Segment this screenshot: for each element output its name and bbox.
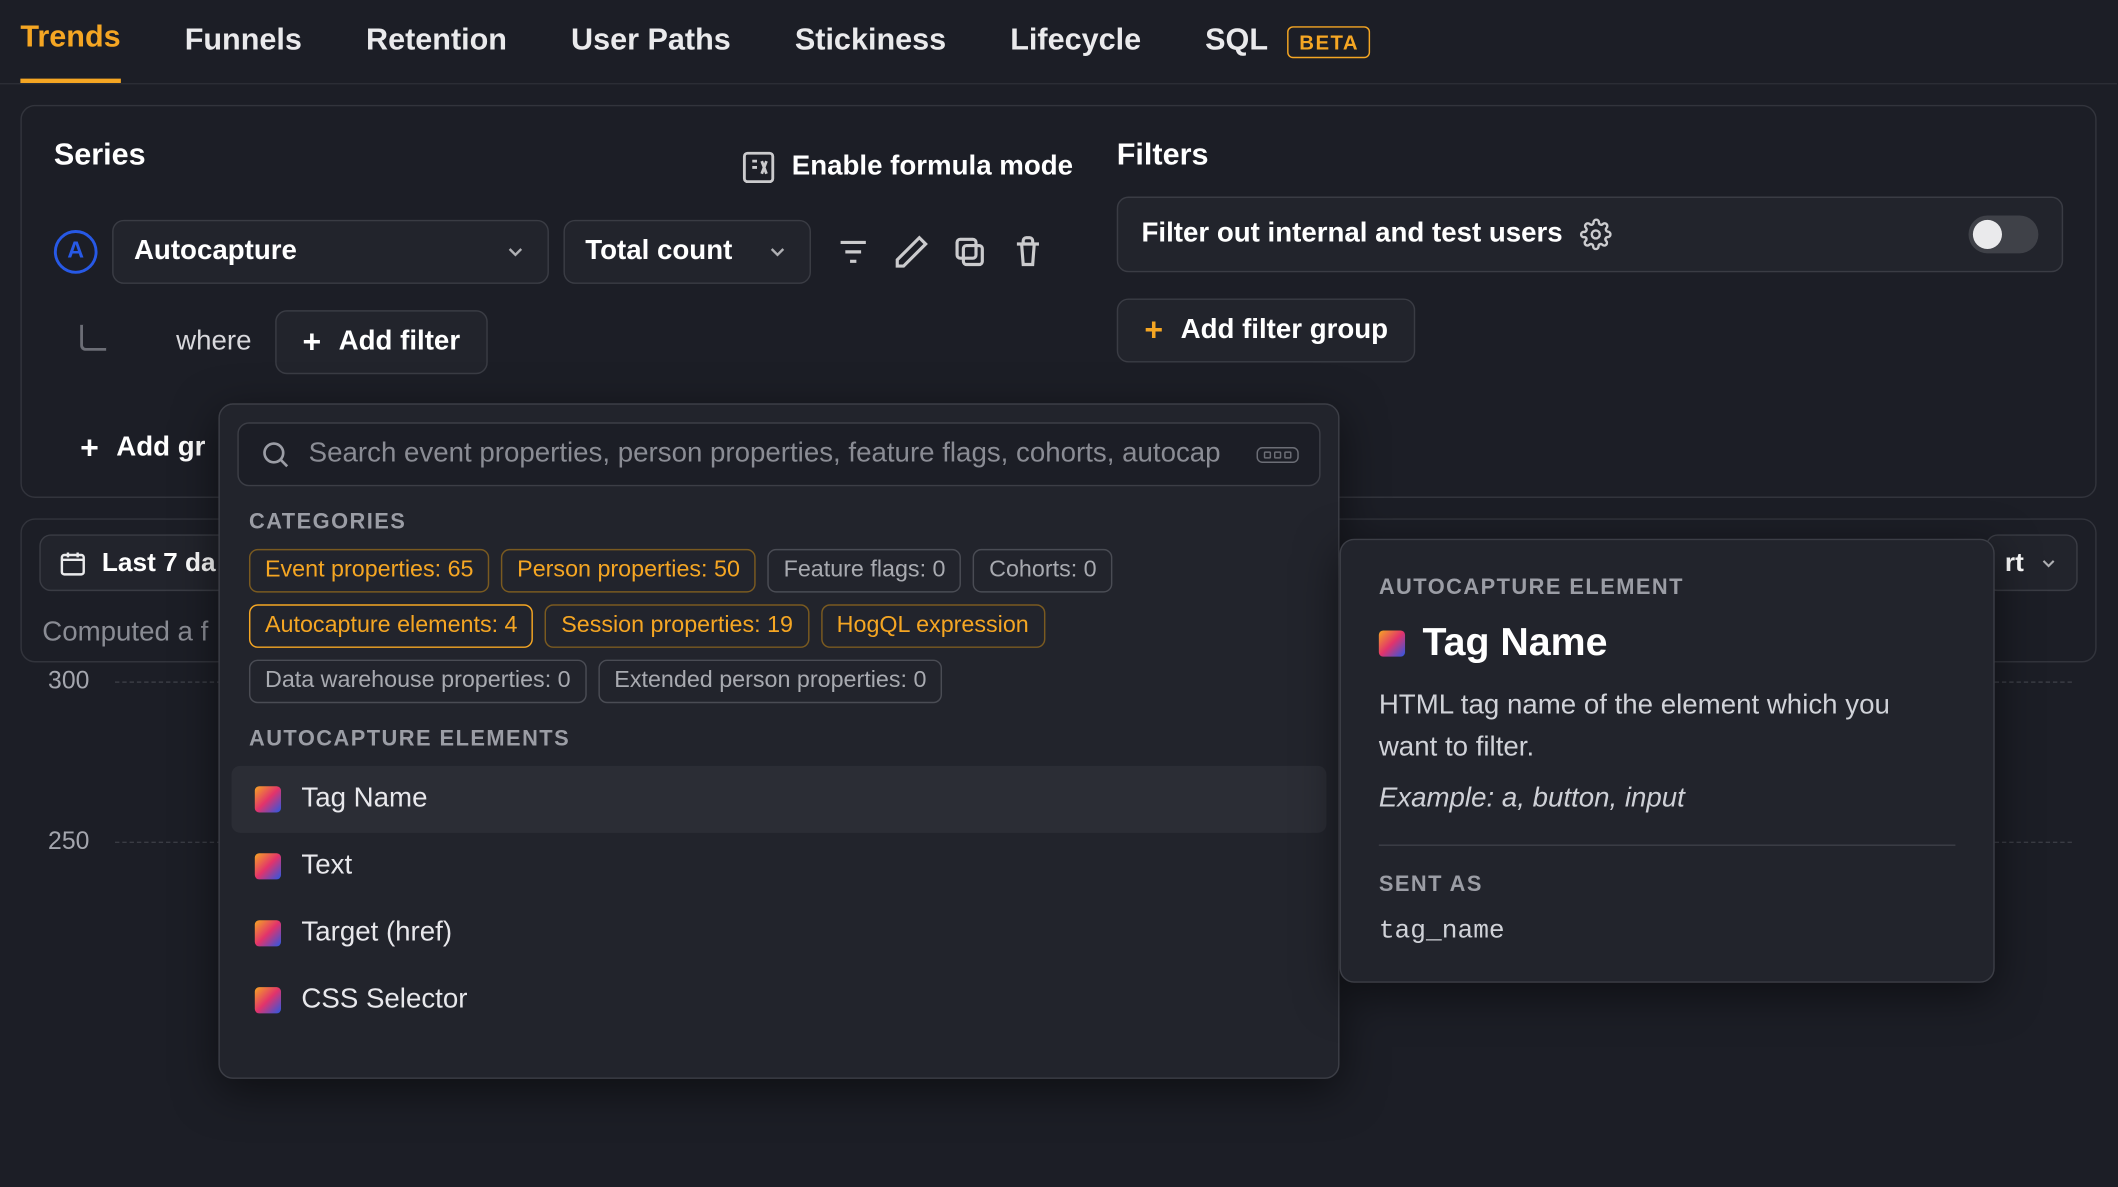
chip-event-properties[interactable]: Event properties: 65 (249, 549, 490, 593)
list-item-css-selector[interactable]: CSS Selector (232, 967, 1327, 1034)
tooltip-example: Example: a, button, input (1379, 783, 1956, 815)
search-icon (259, 438, 291, 470)
property-search-input[interactable] (309, 438, 1239, 470)
plus-icon: + (302, 326, 321, 358)
chart-type-select[interactable]: rt (1986, 534, 2078, 591)
elements-heading: AUTOCAPTURE ELEMENTS (249, 727, 1309, 752)
chip-data-warehouse[interactable]: Data warehouse properties: 0 (249, 660, 587, 704)
copy-icon[interactable] (951, 233, 989, 271)
series-row-a: A Autocapture Total count (54, 220, 1073, 284)
series-badge-a: A (54, 230, 98, 274)
chip-extended-person[interactable]: Extended person properties: 0 (598, 660, 942, 704)
trash-icon[interactable] (1009, 233, 1047, 271)
chip-autocapture-elements[interactable]: Autocapture elements: 4 (249, 604, 534, 648)
sent-as-label: SENT AS (1379, 872, 1956, 897)
series-title: Series (54, 138, 146, 173)
tab-trends[interactable]: Trends (20, 20, 120, 83)
insight-tabs: Trends Funnels Retention User Paths Stic… (0, 0, 2117, 84)
plus-icon: + (1144, 314, 1163, 346)
keyboard-icon (1257, 446, 1299, 462)
where-row: where + Add filter (54, 310, 1073, 374)
filters-title: Filters (1117, 138, 2063, 173)
plus-icon: + (80, 432, 99, 464)
formula-mode-label: Enable formula mode (792, 151, 1073, 183)
search-wrap (237, 422, 1320, 486)
categories-heading: CATEGORIES (249, 510, 1309, 535)
list-item-label: Target (href) (301, 917, 452, 949)
formula-icon (739, 149, 777, 187)
list-item-target-href[interactable]: Target (href) (232, 900, 1327, 967)
divider (1379, 844, 1956, 845)
sent-as-value: tag_name (1379, 917, 1956, 946)
add-filter-group-button[interactable]: + Add filter group (1117, 298, 1416, 362)
chip-cohorts[interactable]: Cohorts: 0 (973, 549, 1113, 593)
list-item-label: Text (301, 850, 352, 882)
chip-hogql[interactable]: HogQL expression (821, 604, 1045, 648)
tab-stickiness[interactable]: Stickiness (795, 23, 946, 81)
beta-badge: BETA (1288, 25, 1371, 57)
aggregation-select[interactable]: Total count (563, 220, 811, 284)
tab-sql[interactable]: SQL BETA (1205, 23, 1371, 81)
aggregation-value: Total count (585, 236, 732, 268)
chevron-down-icon (2038, 553, 2058, 573)
tooltip-description: HTML tag name of the element which you w… (1379, 686, 1956, 769)
tab-user-paths[interactable]: User Paths (571, 23, 731, 81)
internal-test-users-filter: Filter out internal and test users (1117, 197, 2063, 273)
formula-mode-toggle[interactable]: Enable formula mode (739, 149, 1073, 187)
add-graph-series-label: Add gr (116, 432, 205, 464)
add-filter-group-label: Add filter group (1181, 314, 1388, 346)
property-search-popup: CATEGORIES Event properties: 65 Person p… (218, 403, 1339, 1079)
tooltip-title-text: Tag Name (1423, 620, 1608, 665)
autocapture-element-list: Tag Name Text Target (href) CSS Selector (232, 766, 1327, 1034)
list-item-label: CSS Selector (301, 984, 467, 1016)
chip-person-properties[interactable]: Person properties: 50 (501, 549, 756, 593)
internal-test-toggle[interactable] (1969, 215, 2039, 253)
tab-retention[interactable]: Retention (366, 23, 507, 81)
category-chips: Event properties: 65 Person properties: … (249, 549, 1309, 703)
yaxis-tick-250: 250 (48, 827, 89, 856)
internal-test-label: Filter out internal and test users (1142, 218, 1563, 250)
property-tooltip: AUTOCAPTURE ELEMENT Tag Name HTML tag na… (1340, 539, 1995, 983)
autocapture-icon (1379, 630, 1405, 656)
date-range-select[interactable]: Last 7 da (39, 534, 234, 591)
chevron-down-icon (766, 240, 789, 263)
autocapture-icon (255, 987, 281, 1013)
tab-sql-label: SQL (1205, 23, 1267, 56)
edit-icon[interactable] (893, 233, 931, 271)
chip-feature-flags[interactable]: Feature flags: 0 (768, 549, 962, 593)
tooltip-overline: AUTOCAPTURE ELEMENT (1379, 575, 1956, 600)
chip-session-properties[interactable]: Session properties: 19 (545, 604, 809, 648)
autocapture-icon (255, 786, 281, 812)
calendar-icon (58, 548, 87, 577)
event-select-value: Autocapture (134, 236, 297, 268)
chart-type-value: rt (2005, 547, 2024, 578)
add-filter-button[interactable]: + Add filter (275, 310, 488, 374)
tab-lifecycle[interactable]: Lifecycle (1010, 23, 1141, 81)
where-label: where (176, 326, 251, 358)
autocapture-icon (255, 920, 281, 946)
yaxis-tick-300: 300 (48, 667, 89, 696)
filter-icon[interactable] (834, 233, 872, 271)
chevron-down-icon (504, 240, 527, 263)
event-select[interactable]: Autocapture (112, 220, 549, 284)
add-filter-label: Add filter (339, 326, 460, 358)
list-item-text[interactable]: Text (232, 833, 1327, 900)
corner-icon (80, 325, 106, 351)
gear-icon[interactable] (1580, 218, 1612, 250)
list-item-tag-name[interactable]: Tag Name (232, 766, 1327, 833)
tab-funnels[interactable]: Funnels (185, 23, 302, 81)
list-item-label: Tag Name (301, 783, 427, 815)
autocapture-icon (255, 853, 281, 879)
date-range-value: Last 7 da (102, 547, 216, 578)
